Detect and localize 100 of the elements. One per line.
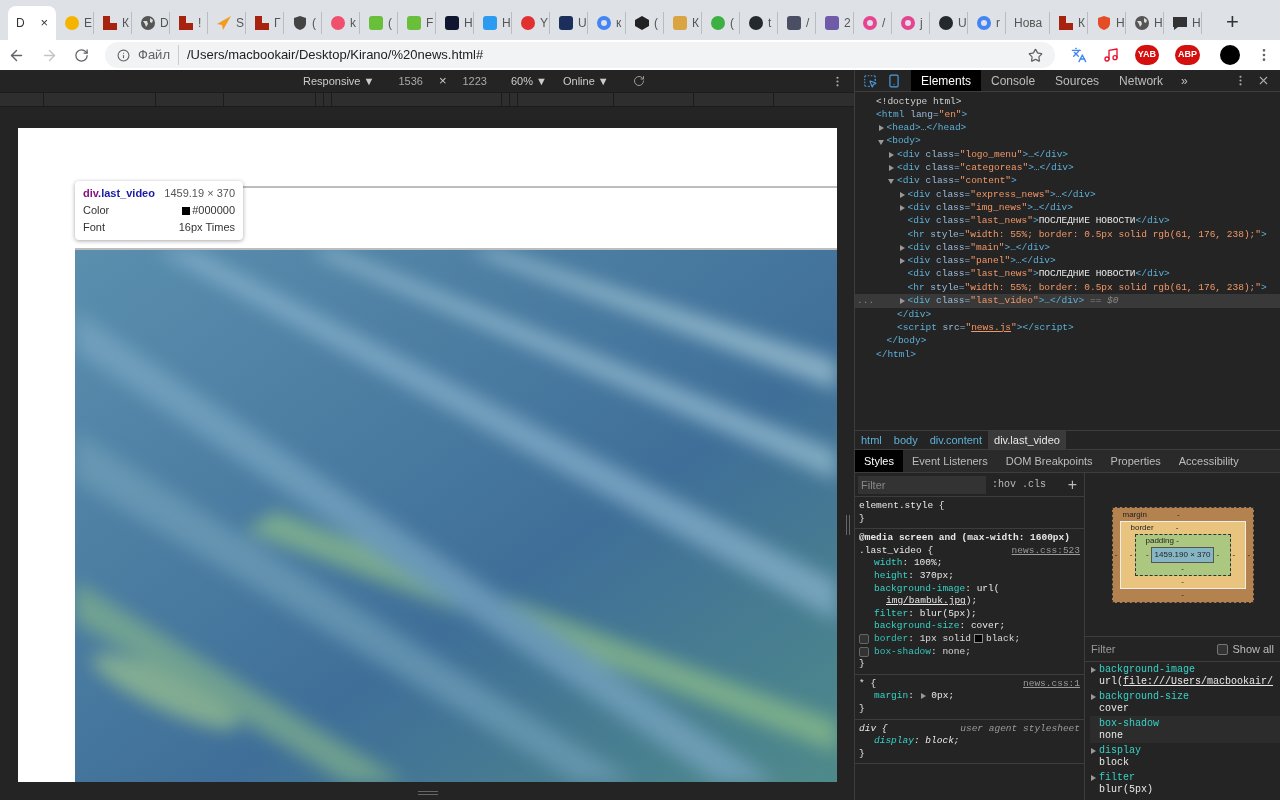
browser-tab[interactable]: К [664, 12, 702, 34]
devtools-tab[interactable]: Sources [1045, 70, 1110, 91]
expand-arrow-icon[interactable] [898, 298, 905, 305]
browser-tab[interactable]: k [322, 12, 360, 34]
css-declaration[interactable]: filter: blur(5px); [874, 607, 977, 621]
browser-tab[interactable]: S [208, 12, 246, 34]
dom-node[interactable]: <div class="content"> [897, 174, 1017, 189]
css-declaration[interactable]: height: 370px; [874, 569, 954, 583]
browser-tab[interactable]: К [1050, 12, 1088, 34]
dom-node[interactable]: <body> [886, 134, 921, 149]
device-dropdown[interactable]: Responsive ▼ [303, 72, 375, 90]
expand-arrow-icon[interactable] [1090, 667, 1096, 673]
dom-node[interactable]: <div class="express_news">…</div> [907, 187, 1096, 202]
styles-tab[interactable]: DOM Breakpoints [996, 450, 1102, 472]
resize-handle[interactable] [418, 791, 438, 795]
browser-tab[interactable]: H [1126, 12, 1164, 34]
browser-tab[interactable]: r [968, 12, 1006, 34]
translate-icon[interactable] [1070, 47, 1087, 63]
styles-tab[interactable]: Event Listeners [902, 450, 997, 472]
dom-node[interactable]: <!doctype html> [876, 94, 962, 109]
expand-arrow-icon[interactable] [1090, 694, 1096, 700]
resize-handle[interactable] [846, 515, 850, 535]
browser-tab[interactable]: / [778, 12, 816, 34]
styles-tab[interactable]: Properties [1101, 450, 1170, 472]
breadcrumb[interactable]: div.content [923, 431, 989, 449]
computed-filter-field[interactable]: Filter [1091, 640, 1191, 658]
expand-arrow-icon[interactable] [898, 258, 905, 265]
browser-tab[interactable]: H [1088, 12, 1126, 34]
source-link[interactable]: news.css:1 [1023, 677, 1080, 691]
styles-tab[interactable]: Accessibility [1169, 450, 1248, 472]
inspect-icon[interactable] [863, 73, 877, 88]
dom-node[interactable]: <div class="last_news">ПОСЛЕДНИЕ НОВОСТИ</div> [907, 214, 1170, 229]
css-declaration[interactable]: border: 1px solid black; [874, 632, 1021, 646]
filter-field[interactable]: Filter [858, 475, 986, 494]
styles-tab[interactable]: Styles [855, 450, 903, 472]
browser-tab[interactable]: к [588, 12, 626, 34]
browser-tab[interactable]: H [436, 12, 474, 34]
expand-arrow-icon[interactable] [877, 125, 884, 132]
info-icon[interactable] [117, 48, 130, 62]
expand-arrow-icon[interactable] [898, 205, 905, 211]
collapse-arrow-icon[interactable] [888, 178, 894, 185]
new-tab-button[interactable]: + [1226, 11, 1239, 33]
declaration-checkbox[interactable] [859, 646, 869, 657]
music-note-icon[interactable] [1102, 47, 1119, 63]
browser-tab[interactable]: E [56, 12, 94, 34]
browser-tab[interactable]: ( [702, 12, 740, 34]
breadcrumb[interactable]: div.last_video [988, 431, 1066, 449]
declaration-checkbox[interactable] [859, 633, 869, 644]
dom-node[interactable]: <div class="img_news">…</div> [907, 200, 1073, 216]
zoom-dropdown[interactable]: 60% ▼ [511, 72, 547, 90]
browser-tab[interactable]: Y [512, 12, 550, 34]
dom-node[interactable]: <div class="logo_menu">…</div> [897, 147, 1069, 162]
hover-toggle[interactable]: :hov [992, 477, 1016, 492]
dom-node[interactable]: <div class="main">…</div> [907, 240, 1051, 256]
expand-arrow-icon[interactable] [898, 244, 905, 251]
reload-icon[interactable] [74, 47, 89, 63]
devtools-tab[interactable]: Console [981, 70, 1046, 91]
browser-tab[interactable]: U [930, 12, 968, 34]
dom-node[interactable]: <div class="last_news">ПОСЛЕДНИЕ НОВОСТИ</div> [907, 267, 1170, 282]
device-icon[interactable] [887, 73, 901, 88]
browser-tab[interactable]: D [132, 12, 170, 34]
browser-tab[interactable]: D × [8, 6, 56, 40]
browser-tab[interactable]: Нова [1006, 12, 1050, 34]
collapse-arrow-icon[interactable] [877, 138, 884, 145]
computed-property-name[interactable]: display [1099, 745, 1141, 757]
browser-tab[interactable]: Г [246, 12, 284, 34]
browser-tab[interactable]: ( [626, 12, 664, 34]
css-declaration[interactable]: background-size: cover; [874, 620, 1006, 633]
browser-tab[interactable]: j [892, 12, 930, 34]
color-swatch[interactable] [973, 633, 983, 643]
css-declaration[interactable]: background-image: url( img/bambuk.jpg); [874, 582, 1000, 608]
expand-arrow-icon[interactable] [888, 151, 894, 158]
computed-property-name[interactable]: box-shadow [1099, 718, 1159, 730]
dom-node[interactable]: <div class="panel">…</div> [907, 254, 1056, 269]
computed-property-name[interactable]: background-image [1099, 664, 1195, 676]
dom-node[interactable]: <hr style="width: 55%; border: 0.5px solid rgb(61, 176, 238);"> [907, 280, 1267, 295]
css-declaration[interactable]: width: 100%; [874, 557, 943, 570]
browser-tab[interactable]: t [740, 12, 778, 34]
dom-node[interactable]: <script src="news.js"></script> [897, 320, 1074, 335]
browser-tab[interactable]: F [398, 12, 436, 34]
expand-arrow-icon[interactable] [1090, 775, 1096, 781]
avatar-icon[interactable] [1220, 45, 1240, 65]
browser-tab[interactable]: ! [170, 12, 208, 34]
more-tabs-button[interactable]: » [1173, 71, 1196, 90]
browser-tab[interactable]: H [1164, 12, 1202, 34]
browser-tab[interactable]: К [94, 12, 132, 34]
browser-tab[interactable]: U [550, 12, 588, 34]
height-field[interactable]: 1223 [462, 72, 487, 90]
breadcrumb[interactable]: html [855, 431, 888, 449]
css-declaration[interactable]: box-shadow: none; [874, 645, 971, 659]
browser-tab[interactable]: ( [284, 12, 322, 34]
computed-property-name[interactable]: background-size [1099, 691, 1189, 703]
dom-node[interactable]: <html lang="en"> [876, 107, 968, 123]
css-declaration[interactable]: margin: 0px; [874, 690, 955, 703]
add-rule-button[interactable]: + [1067, 476, 1077, 493]
expand-arrow-icon[interactable] [898, 191, 905, 198]
devtools-tab[interactable]: Network [1109, 70, 1174, 91]
dom-node[interactable]: <div class="last_video">…</div> == $0 [907, 294, 1119, 309]
dom-node[interactable]: <hr style="width: 55%; border: 0.5px solid rgb(61, 176, 238);"> [907, 227, 1267, 242]
devtools-tab[interactable]: Elements [911, 70, 982, 91]
